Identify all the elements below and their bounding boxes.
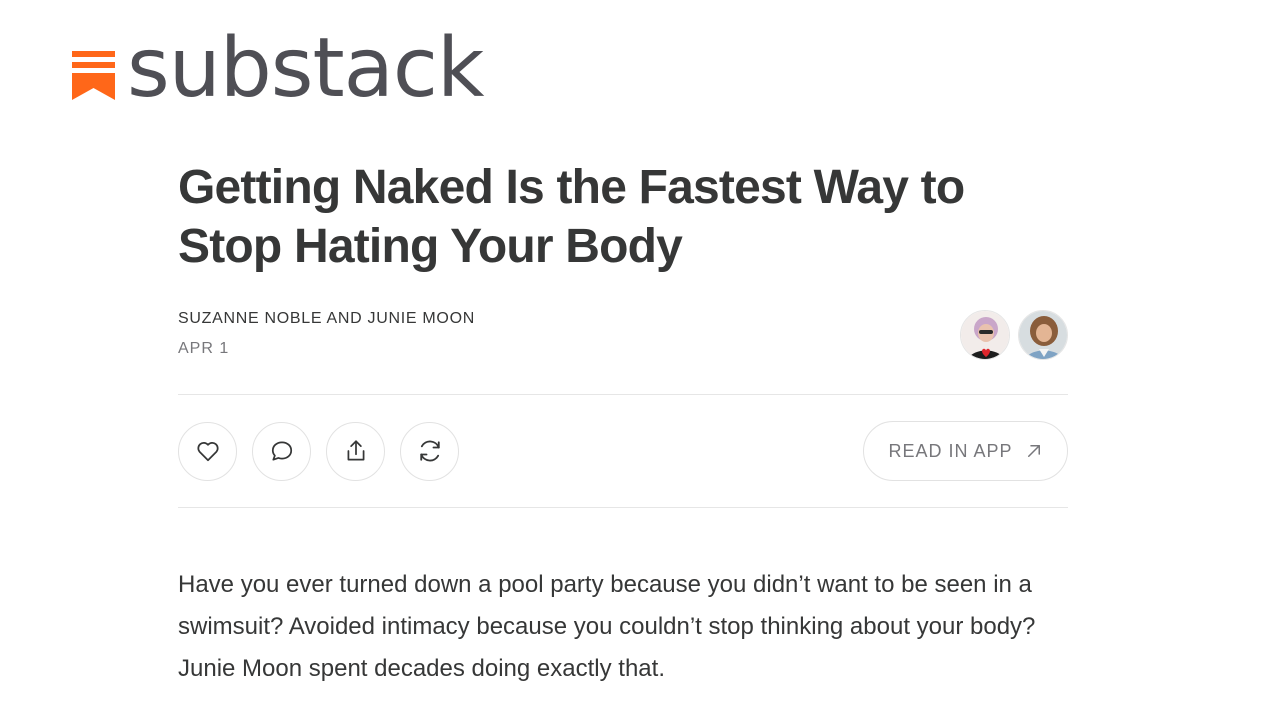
restack-icon	[419, 440, 440, 462]
substack-logo[interactable]: substack	[72, 28, 484, 114]
read-in-app-button[interactable]: READ IN APP	[863, 421, 1068, 481]
post-authors[interactable]: SUZANNE NOBLE AND JUNIE MOON	[178, 310, 1068, 328]
article: Getting Naked Is the Fastest Way to Stop…	[178, 158, 1068, 714]
comment-icon	[271, 441, 292, 461]
page: substack Getting Naked Is the Fastest Wa…	[0, 0, 1280, 720]
arrow-up-right-icon	[1027, 445, 1040, 457]
post-title: Getting Naked Is the Fastest Way to Stop…	[178, 161, 965, 273]
share-icon	[347, 440, 364, 461]
author-avatars	[952, 310, 1068, 360]
post-body-paragraph: Have you ever turned down a pool party b…	[178, 571, 1036, 682]
heart-icon	[196, 442, 219, 462]
substack-bookmark-icon	[72, 50, 115, 100]
share-button[interactable]	[326, 421, 385, 481]
author-avatar-suzanne-noble[interactable]	[960, 310, 1010, 360]
post-meta: SUZANNE NOBLE AND JUNIE MOON APR 1	[178, 310, 1068, 370]
author-avatar-junie-moon[interactable]	[1018, 310, 1068, 360]
comment-button[interactable]	[252, 421, 311, 481]
divider-bottom	[178, 507, 1068, 508]
brand-wordmark: substack	[127, 21, 484, 116]
post-actions-bar: READ IN APP	[178, 395, 1068, 507]
like-button[interactable]	[178, 421, 237, 481]
read-in-app-label: READ IN APP	[888, 440, 1013, 461]
post-date: APR 1	[178, 340, 230, 357]
restack-button[interactable]	[400, 421, 459, 481]
